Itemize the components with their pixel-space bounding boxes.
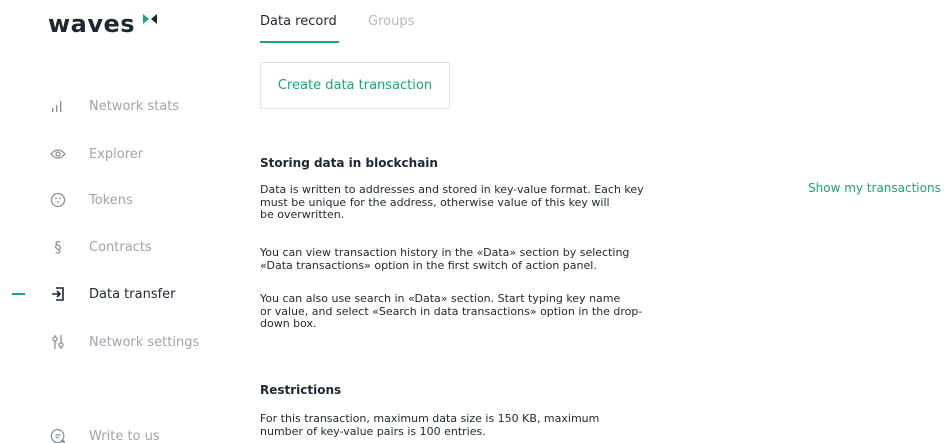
text-line: or value, and select «Search in data tra… <box>260 304 643 318</box>
sidebar-item-label: Write to us <box>89 428 160 443</box>
sidebar-item-network-settings[interactable]: Network settings <box>0 330 230 354</box>
sidebar-item-label: Tokens <box>89 192 133 208</box>
show-my-transactions-link[interactable]: Show my transactions <box>808 181 941 195</box>
tab-groups[interactable]: Groups <box>368 14 414 29</box>
logo-text: waves <box>48 10 136 38</box>
settings-sliders-icon <box>49 332 67 352</box>
section-icon: § <box>54 238 62 256</box>
sidebar-item-contracts[interactable]: § Contracts <box>0 235 230 259</box>
active-indicator <box>12 293 25 295</box>
section-heading-storing-data: Storing data in blockchain <box>260 156 438 170</box>
paragraph-restrictions: For this transaction, maximum data size … <box>260 412 730 438</box>
sidebar-item-label: Contracts <box>89 239 152 255</box>
active-tab-underline <box>260 41 339 43</box>
sidebar-item-label: Network stats <box>89 98 180 114</box>
waves-logo[interactable]: waves <box>48 10 158 38</box>
bar-chart-icon <box>49 96 67 116</box>
token-icon <box>49 190 67 210</box>
paragraph-transaction-history: You can view transaction history in the … <box>260 246 730 272</box>
chat-icon <box>49 426 67 443</box>
text-line: Data is written to addresses and stored … <box>260 183 644 196</box>
sidebar-item-label: Data transfer <box>89 286 176 302</box>
text-line: You can also use search in «Data» sectio… <box>260 292 621 305</box>
create-data-transaction-button[interactable]: Create data transaction <box>260 62 450 109</box>
sidebar-item-data-transfer[interactable]: Data transfer <box>0 282 230 306</box>
sidebar-item-tokens[interactable]: Tokens <box>0 188 230 212</box>
logo-mark-icon <box>143 14 158 24</box>
sidebar-item-write-to-us[interactable]: Write to us <box>0 424 230 443</box>
tab-data-record[interactable]: Data record <box>260 14 337 29</box>
text-line: For this transaction, maximum data size … <box>260 412 600 425</box>
sidebar-item-label: Network settings <box>89 334 200 350</box>
text-line: You can view transaction history in the … <box>260 246 630 259</box>
data-transfer-icon <box>49 284 67 304</box>
text-line: number of key-value pairs is 100 entries… <box>260 424 486 438</box>
text-line: «Data transactions» option in the first … <box>260 258 597 272</box>
sidebar-item-network-stats[interactable]: Network stats <box>0 94 230 118</box>
paragraph-search-data: You can also use search in «Data» sectio… <box>260 292 730 331</box>
eye-icon <box>49 144 67 164</box>
text-line: be overwritten. <box>260 208 345 221</box>
text-line: down box. <box>260 317 317 330</box>
paragraph-storing-data: Data is written to addresses and stored … <box>260 183 730 222</box>
sidebar-item-explorer[interactable]: Explorer <box>0 142 230 166</box>
section-heading-restrictions: Restrictions <box>260 383 342 397</box>
sidebar-item-label: Explorer <box>89 146 144 162</box>
